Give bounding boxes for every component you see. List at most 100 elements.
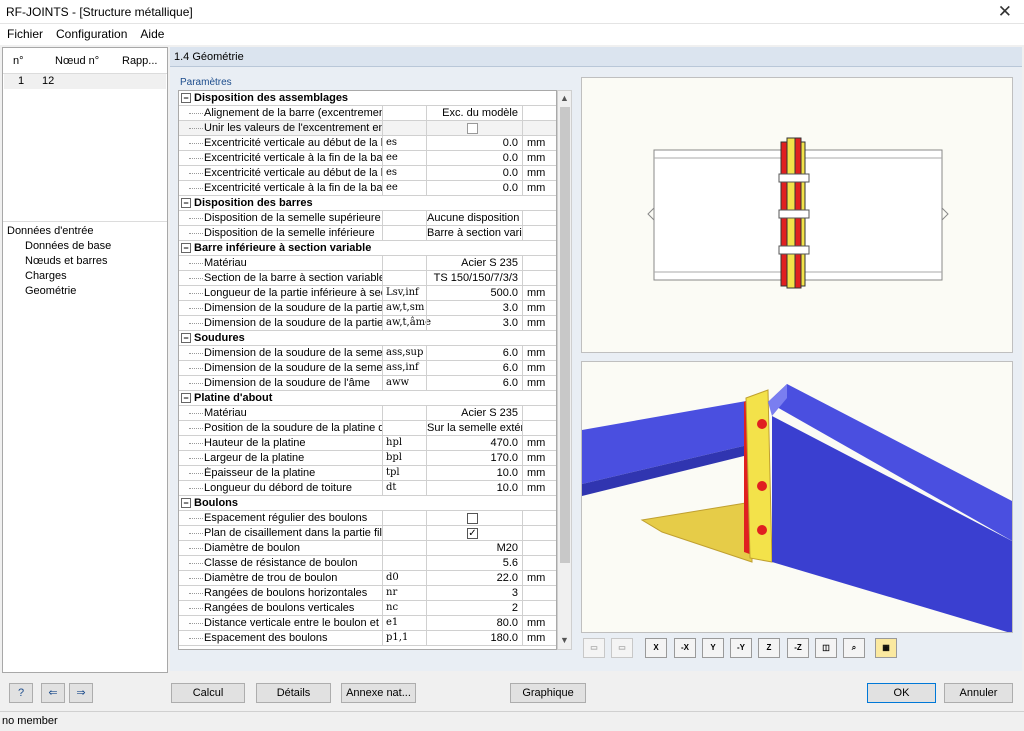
view-y-button[interactable]: Y (702, 638, 724, 658)
value-cell[interactable]: Aucune disposition (426, 211, 523, 226)
value-cell[interactable]: 3 (426, 586, 523, 601)
value-cell[interactable]: 180.0 (426, 631, 523, 646)
menu-aide[interactable]: Aide (133, 24, 170, 41)
grid-row[interactable]: Espacement régulier des boulons (179, 511, 556, 526)
value-cell[interactable]: 6.0 (426, 361, 523, 376)
grid-row[interactable]: Excentricité verticale à la fin de la ba… (179, 151, 556, 166)
grid-row[interactable]: Alignement de la barre (excentrement d Ex… (179, 106, 556, 121)
value-cell[interactable]: 0.0 (426, 136, 523, 151)
calcul-button[interactable]: Calcul (171, 683, 245, 703)
grid-row[interactable]: Classe de résistance de boulon 5.6 (179, 556, 556, 571)
grid-row[interactable]: Disposition de la semelle inférieure Barr… (179, 226, 556, 241)
value-cell[interactable]: 0.0 (426, 151, 523, 166)
collapse-icon[interactable]: − (181, 198, 191, 208)
grid-row[interactable]: Diamètre de boulon M20 (179, 541, 556, 556)
view-tool-2-icon[interactable]: ▭ (611, 638, 633, 658)
view-z-button[interactable]: Z (758, 638, 780, 658)
grid-group-row[interactable]: − Disposition des barres (179, 196, 556, 211)
value-cell[interactable]: Sur la semelle extéri (426, 421, 523, 436)
checkbox-cell[interactable]: ✓ (426, 526, 523, 541)
grid-row[interactable]: Longueur de la partie inférieure à secti… (179, 286, 556, 301)
value-cell[interactable]: 5.6 (426, 556, 523, 571)
grid-row[interactable]: Disposition de la semelle supérieure Aucu… (179, 211, 556, 226)
export-icon[interactable]: ⇒ (69, 683, 93, 703)
value-cell[interactable]: Acier S 235 (426, 406, 523, 421)
grid-group-row[interactable]: − Soudures (179, 331, 556, 346)
close-icon[interactable]: ✕ (998, 2, 1012, 22)
details-button[interactable]: Détails (256, 683, 331, 703)
grid-row[interactable]: Excentricité verticale au début de la ba… (179, 166, 556, 181)
scroll-down-icon[interactable]: ▼ (560, 635, 569, 645)
value-cell[interactable]: 10.0 (426, 481, 523, 496)
view-minus-x-button[interactable]: -X (674, 638, 696, 658)
grid-row[interactable]: Épaisseur de la platine tpl 10.0 mm (179, 466, 556, 481)
view-minus-z-button[interactable]: -Z (787, 638, 809, 658)
import-icon[interactable]: ⇐ (41, 683, 65, 703)
value-cell[interactable]: 6.0 (426, 376, 523, 391)
checkbox-cell[interactable] (426, 511, 523, 526)
menu-configuration[interactable]: Configuration (49, 24, 133, 41)
grid-group-row[interactable]: − Boulons (179, 496, 556, 511)
grid-row[interactable]: Diamètre de trou de boulon d0 22.0 mm (179, 571, 556, 586)
menu-fichier[interactable]: Fichier (0, 24, 49, 41)
tree-item-noeuds-barres[interactable]: Nœuds et barres (3, 254, 167, 269)
col-rapp[interactable]: Rapp... (122, 55, 157, 67)
value-cell[interactable]: 22.0 (426, 571, 523, 586)
checkbox[interactable] (467, 122, 478, 134)
grid-row[interactable]: Hauteur de la platine hpl 470.0 mm (179, 436, 556, 451)
isometric-icon[interactable]: ◫ (815, 638, 837, 658)
tree-root[interactable]: Données d'entrée (3, 224, 167, 239)
ok-button[interactable]: OK (867, 683, 936, 703)
value-cell[interactable]: M20 (426, 541, 523, 556)
zoom-icon[interactable]: ⌕ (843, 638, 865, 658)
checkbox[interactable] (467, 512, 478, 524)
collapse-icon[interactable]: − (181, 333, 191, 343)
value-cell[interactable]: 2 (426, 601, 523, 616)
col-n[interactable]: n° (13, 55, 24, 67)
value-cell[interactable]: 6.0 (426, 346, 523, 361)
cancel-button[interactable]: Annuler (944, 683, 1013, 703)
grid-row[interactable]: Dimension de la soudure de la partie de a… (179, 316, 556, 331)
grid-row[interactable]: Section de la barre à section variable TS… (179, 271, 556, 286)
value-cell[interactable]: 500.0 (426, 286, 523, 301)
grid-row[interactable]: Dimension de la soudure de la semelle ass… (179, 346, 556, 361)
grid-row[interactable]: Largeur de la platine bpl 170.0 mm (179, 451, 556, 466)
graphique-button[interactable]: Graphique (510, 683, 586, 703)
tree-item-donnees-base[interactable]: Données de base (3, 239, 167, 254)
view-minus-y-button[interactable]: -Y (730, 638, 752, 658)
grid-scrollbar[interactable]: ▲ ▼ (557, 90, 572, 650)
scroll-thumb[interactable] (560, 107, 570, 563)
grid-group-row[interactable]: − Disposition des assemblages (179, 91, 556, 106)
view-2d[interactable] (581, 77, 1013, 353)
grid-row[interactable]: Longueur du débord de toiture dt 10.0 mm (179, 481, 556, 496)
scroll-up-icon[interactable]: ▲ (560, 93, 569, 103)
value-cell[interactable]: 80.0 (426, 616, 523, 631)
grid-row[interactable]: Distance verticale entre le boulon et le… (179, 616, 556, 631)
value-cell[interactable]: 170.0 (426, 451, 523, 466)
view-3d[interactable] (581, 361, 1013, 633)
grid-row[interactable]: Rangées de boulons horizontales nr 3 (179, 586, 556, 601)
value-cell[interactable]: 0.0 (426, 166, 523, 181)
collapse-icon[interactable]: − (181, 243, 191, 253)
value-cell[interactable]: Acier S 235 (426, 256, 523, 271)
grid-row[interactable]: Matériau Acier S 235 (179, 256, 556, 271)
view-x-button[interactable]: X (645, 638, 667, 658)
grid-row[interactable]: Espacement des boulons p1,1 180.0 mm (179, 631, 556, 646)
grid-group-row[interactable]: − Barre inférieure à section variable (179, 241, 556, 256)
collapse-icon[interactable]: − (181, 93, 191, 103)
grid-row[interactable]: Dimension de la soudure de la semelle ass… (179, 361, 556, 376)
value-cell[interactable]: Exc. du modèle (426, 106, 523, 121)
grid-row[interactable]: Unir les valeurs de l'excentrement ense (179, 121, 556, 136)
grid-row[interactable]: Rangées de boulons verticales nc 2 (179, 601, 556, 616)
tree-item-geometrie[interactable]: Geométrie (3, 284, 167, 299)
grid-row[interactable]: Dimension de la soudure de l'âme aww 6.0 mm (179, 376, 556, 391)
render-mode-icon[interactable]: ▦ (875, 638, 897, 658)
grid-group-row[interactable]: − Platine d'about (179, 391, 556, 406)
table-row[interactable]: 1 12 (4, 74, 166, 89)
value-cell[interactable]: 0.0 (426, 181, 523, 196)
grid-row[interactable]: Dimension de la soudure de la partie de a… (179, 301, 556, 316)
value-cell[interactable]: 3.0 (426, 316, 523, 331)
grid-row[interactable]: Position de la soudure de la platine d'a… (179, 421, 556, 436)
collapse-icon[interactable]: − (181, 498, 191, 508)
grid-row[interactable]: Excentricité verticale à la fin de la ba… (179, 181, 556, 196)
